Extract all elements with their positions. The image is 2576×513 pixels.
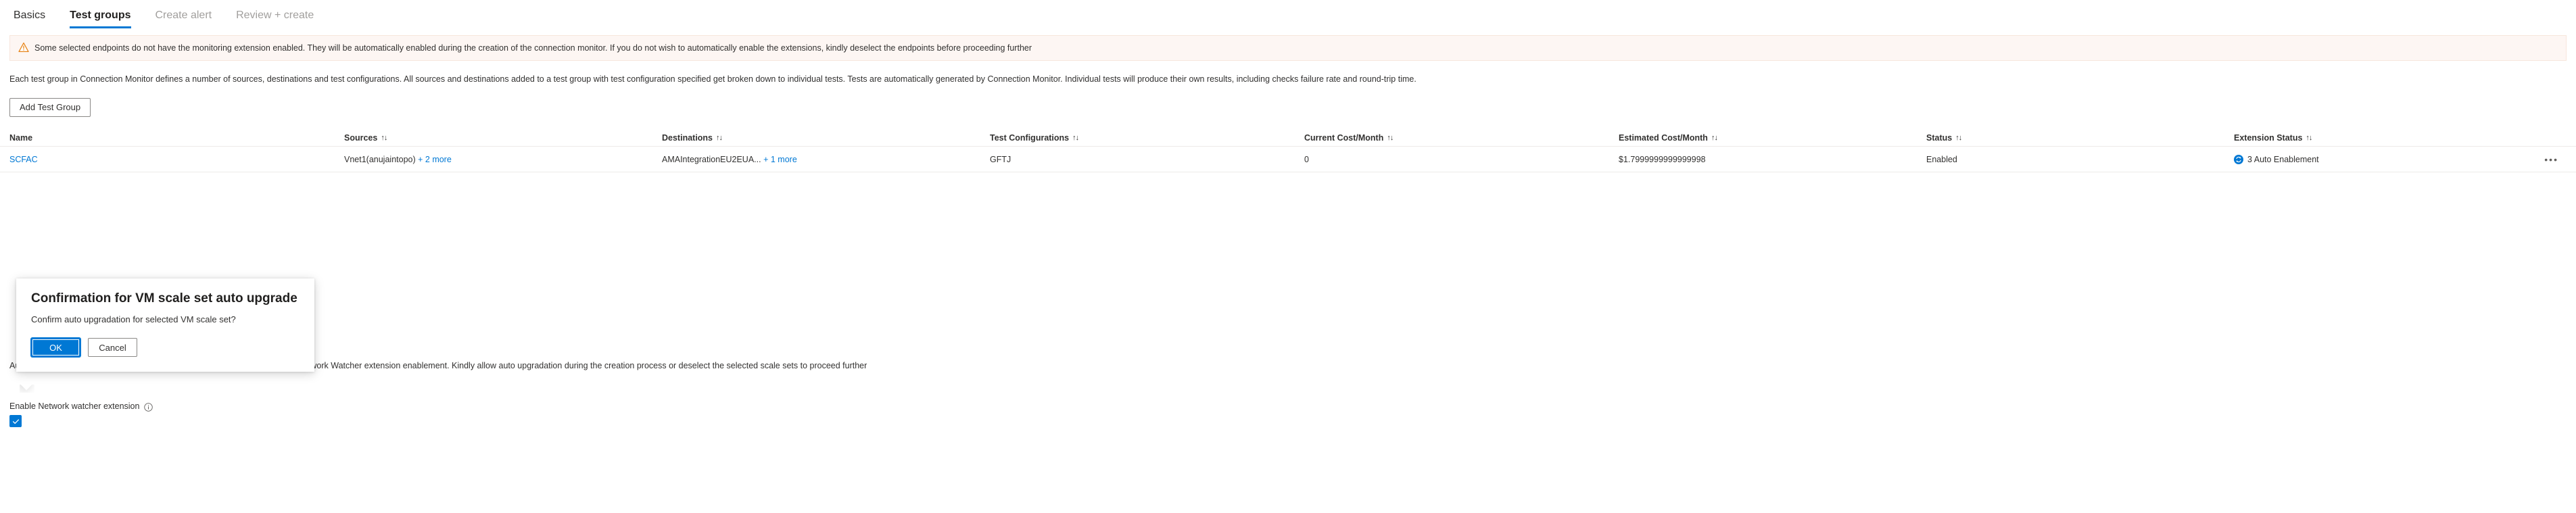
vm-scale-set-auto-upgrade-callout: Confirmation for VM scale set auto upgra… <box>16 278 314 372</box>
banner-message: Some selected endpoints do not have the … <box>34 43 1032 53</box>
tab-basics[interactable]: Basics <box>9 10 57 28</box>
column-header-test-configurations[interactable]: Test Configurations ↑↓ <box>990 133 1304 143</box>
destinations-more-link[interactable]: + 1 more <box>763 155 797 164</box>
column-header-extension-status[interactable]: Extension Status ↑↓ <box>2234 133 2518 143</box>
cell-sources: Vnet1(anujaintopo) + 2 more <box>344 155 662 164</box>
cell-test-configurations: GFTJ <box>990 154 1011 164</box>
info-icon[interactable] <box>144 402 153 412</box>
column-header-destinations-label: Destinations <box>662 132 713 143</box>
wizard-tab-strip: Basics Test groups Create alert Review +… <box>0 0 2576 28</box>
column-header-sources-label: Sources <box>344 132 378 143</box>
sources-more-link[interactable]: + 2 more <box>418 155 452 164</box>
warning-icon <box>18 42 29 53</box>
column-header-estimated-cost[interactable]: Estimated Cost/Month ↑↓ <box>1619 133 1926 143</box>
enable-network-watcher-extension-label-row: Enable Network watcher extension <box>9 401 153 412</box>
column-header-name[interactable]: Name <box>9 133 344 143</box>
cell-current-cost: 0 <box>1304 154 1309 164</box>
column-header-status-label: Status <box>1926 132 1953 143</box>
sort-icon: ↑↓ <box>381 133 387 142</box>
test-groups-description: Each test group in Connection Monitor de… <box>9 74 1416 84</box>
monitoring-extension-warning-banner: Some selected endpoints do not have the … <box>9 35 2567 61</box>
cell-extension-status: 3 Auto Enablement <box>2234 154 2518 164</box>
tab-create-alert[interactable]: Create alert <box>143 10 224 28</box>
sort-icon: ↑↓ <box>2306 133 2312 142</box>
sort-icon: ↑↓ <box>1711 133 1718 142</box>
column-header-estimated-cost-label: Estimated Cost/Month <box>1619 132 1708 143</box>
cell-status: Enabled <box>1926 154 1957 164</box>
column-header-sources[interactable]: Sources ↑↓ <box>344 133 662 143</box>
column-header-status[interactable]: Status ↑↓ <box>1926 133 2234 143</box>
column-header-current-cost-label: Current Cost/Month <box>1304 132 1384 143</box>
sort-icon: ↑↓ <box>1955 133 1962 142</box>
enable-network-watcher-extension-checkbox[interactable] <box>9 415 22 427</box>
table-row[interactable]: SCFAC Vnet1(anujaintopo) + 2 more AMAInt… <box>0 147 2576 172</box>
column-header-destinations[interactable]: Destinations ↑↓ <box>662 133 990 143</box>
callout-beak <box>20 385 34 393</box>
ok-button[interactable]: OK <box>31 338 80 357</box>
callout-message: Confirm auto upgradation for selected VM… <box>31 314 236 324</box>
sources-primary: Vnet1(anujaintopo) <box>344 154 416 164</box>
cell-name: SCFAC <box>9 155 344 164</box>
auto-enablement-icon <box>2234 154 2243 164</box>
column-header-extension-status-label: Extension Status <box>2234 132 2303 143</box>
destinations-primary: AMAIntegrationEU2EUA... <box>662 154 761 164</box>
sort-icon: ↑↓ <box>1072 133 1079 142</box>
row-context-menu-button[interactable]: ••• <box>2540 152 2562 167</box>
command-bar: Add Test Group <box>9 98 2567 117</box>
test-groups-table: Name Sources ↑↓ Destinations ↑↓ Test Con… <box>0 129 2576 172</box>
enable-network-watcher-extension-label: Enable Network watcher extension <box>9 401 140 411</box>
cancel-button[interactable]: Cancel <box>88 338 137 357</box>
add-test-group-button[interactable]: Add Test Group <box>9 98 91 117</box>
extension-status-label: 3 Auto Enablement <box>2247 154 2319 164</box>
tab-test-groups[interactable]: Test groups <box>57 10 143 28</box>
cell-destinations: AMAIntegrationEU2EUA... + 1 more <box>662 155 990 164</box>
column-header-name-label: Name <box>9 132 33 143</box>
column-header-test-configurations-label: Test Configurations <box>990 132 1070 143</box>
test-group-link[interactable]: SCFAC <box>9 155 38 164</box>
cell-row-actions: ••• <box>2518 152 2567 167</box>
callout-actions: OK Cancel <box>31 338 300 357</box>
column-header-current-cost[interactable]: Current Cost/Month ↑↓ <box>1304 133 1619 143</box>
table-header-row: Name Sources ↑↓ Destinations ↑↓ Test Con… <box>0 129 2576 147</box>
sort-icon: ↑↓ <box>716 133 723 142</box>
cell-estimated-cost: $1.7999999999999998 <box>1619 154 1706 164</box>
callout-title: Confirmation for VM scale set auto upgra… <box>31 291 297 306</box>
tab-review-create[interactable]: Review + create <box>224 10 326 28</box>
enable-network-watcher-extension-field: Enable Network watcher extension <box>9 401 153 427</box>
sort-icon: ↑↓ <box>1387 133 1393 142</box>
